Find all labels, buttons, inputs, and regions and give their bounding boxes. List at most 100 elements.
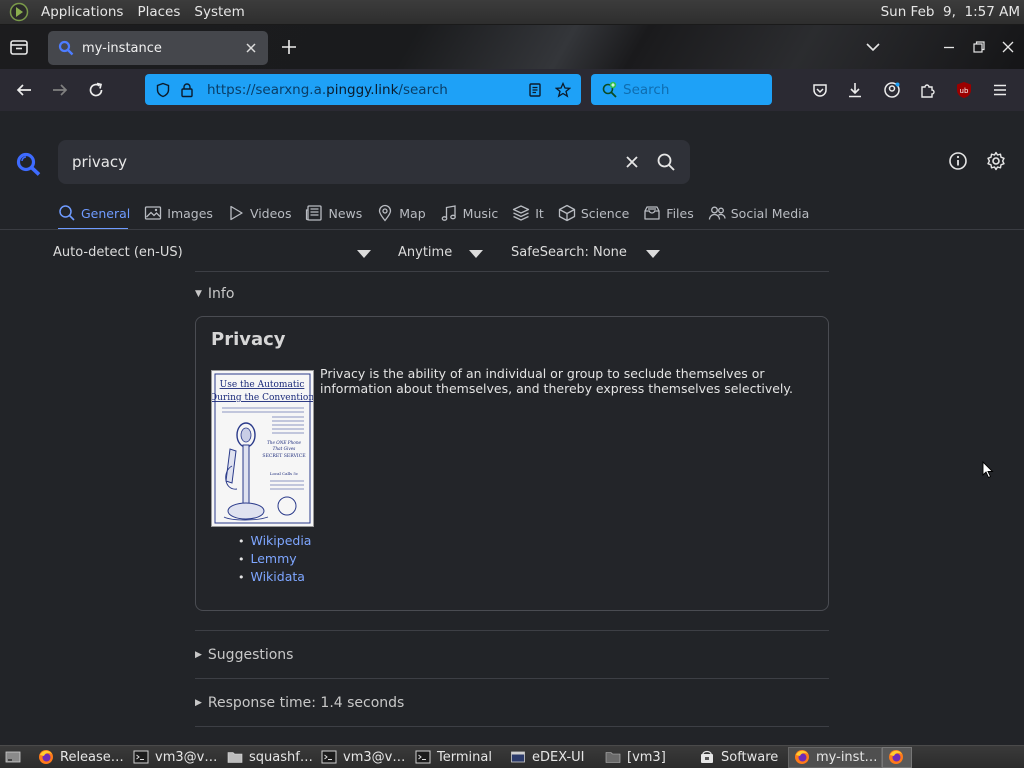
navigation-toolbar: https://searxng.a.pinggy.link/search Sea… [0, 69, 1024, 111]
bookmark-star-icon[interactable] [555, 81, 571, 98]
suggestions-toggle-label: Suggestions [207, 646, 294, 663]
language-select[interactable]: Auto-detect (en-US) [53, 245, 183, 260]
layers-icon [512, 204, 530, 222]
response-time-toggle[interactable]: ▶ Response time: 1.4 seconds [195, 679, 829, 726]
system-menu[interactable]: System [187, 4, 251, 20]
taskbar-item-label: Software [721, 749, 779, 765]
search-submit-icon[interactable] [656, 152, 676, 172]
taskbar-item-label: Release… [60, 749, 124, 765]
wikipedia-link[interactable]: Wikipedia [251, 533, 312, 548]
pocket-icon[interactable] [811, 81, 829, 99]
web-search-bar[interactable]: Search [591, 74, 772, 105]
distro-logo-icon[interactable] [9, 2, 29, 22]
tab-general[interactable]: General [58, 204, 130, 222]
settings-gear-icon[interactable] [986, 151, 1006, 171]
ublock-origin-icon[interactable]: ub [955, 81, 973, 99]
suggestions-toggle[interactable]: ▶ Suggestions [195, 631, 829, 678]
close-window-icon[interactable] [1000, 39, 1016, 55]
taskbar-item-label: Terminal [437, 749, 492, 765]
firefox-icon [38, 749, 54, 765]
infobox-links: Wikipedia Lemmy Wikidata [238, 532, 312, 586]
divider [195, 726, 829, 727]
new-tab-icon[interactable] [280, 38, 298, 56]
wikidata-link[interactable]: Wikidata [251, 569, 305, 584]
tab-files[interactable]: Files [643, 204, 694, 222]
lemmy-link[interactable]: Lemmy [251, 551, 297, 566]
searxng-logo-icon[interactable] [15, 151, 43, 177]
minimize-icon[interactable] [941, 39, 957, 55]
taskbar-item-vm3-folder[interactable]: [vm3] [600, 747, 694, 768]
tab-music[interactable]: Music [440, 204, 498, 222]
reader-view-icon[interactable] [527, 82, 543, 98]
hamburger-menu-icon[interactable] [991, 81, 1009, 99]
search-query-input[interactable]: privacy [72, 153, 624, 171]
searxng-favicon-icon [58, 40, 74, 56]
taskbar-item-label: [vm3] [627, 749, 666, 765]
close-tab-icon[interactable] [244, 41, 258, 55]
url-host: pinggy.link [326, 81, 399, 98]
language-dropdown-caret-icon[interactable] [357, 250, 371, 258]
tab-title: my-instance [82, 40, 162, 56]
lock-icon[interactable] [179, 82, 195, 98]
terminal-icon [415, 749, 431, 765]
taskbar-item-software[interactable]: Software [694, 747, 788, 768]
tab-images-label: Images [167, 205, 213, 221]
reload-icon[interactable] [87, 81, 105, 99]
terminal-icon [321, 749, 337, 765]
tab-news[interactable]: News [305, 204, 362, 222]
firefox-view-icon[interactable] [8, 36, 30, 58]
taskbar-item-label: my-inst… [816, 749, 878, 765]
tab-videos[interactable]: Videos [227, 204, 291, 222]
tab-strip: my-instance [0, 25, 1024, 69]
safesearch-select[interactable]: SafeSearch: None [511, 245, 627, 260]
url-text[interactable]: https://searxng.a.pinggy.link/search [207, 82, 515, 98]
taskbar-item-label: eDEX-UI [532, 749, 585, 765]
info-icon[interactable] [948, 151, 968, 171]
mouse-cursor-icon [982, 461, 994, 479]
infobox-link-item: Lemmy [238, 550, 311, 568]
tab-social-media[interactable]: Social Media [708, 204, 809, 222]
show-desktop-button[interactable] [0, 747, 33, 768]
search-query-box[interactable]: privacy [58, 140, 690, 184]
tab-it[interactable]: It [512, 204, 544, 222]
taskbar-item-release[interactable]: Release… [33, 747, 128, 768]
restore-icon[interactable] [971, 39, 987, 55]
taskbar-item-label: squashf… [249, 749, 313, 765]
taskbar-launcher-firefox[interactable] [882, 746, 912, 768]
window-icon [510, 749, 526, 765]
taskbar-item-edex-ui[interactable]: eDEX-UI [505, 747, 600, 768]
tab-my-instance[interactable]: my-instance [48, 31, 268, 65]
search-placeholder: Search [623, 81, 670, 98]
top-panel: Applications Places System Sun Feb 9, 1:… [0, 0, 1024, 25]
taskbar-item-my-instance[interactable]: my-inst… [788, 746, 882, 768]
ad-tagline-line-1: The ONE Phone [267, 440, 302, 445]
time-range-dropdown-caret-icon[interactable] [469, 250, 483, 258]
places-menu[interactable]: Places [130, 4, 187, 20]
tab-science[interactable]: Science [558, 204, 629, 222]
applications-menu[interactable]: Applications [34, 4, 130, 20]
infobox-title: Privacy [211, 329, 286, 350]
tab-images[interactable]: Images [144, 204, 213, 222]
back-arrow-icon[interactable] [15, 81, 33, 99]
package-icon [699, 749, 715, 765]
map-pin-icon [376, 204, 394, 222]
downloads-icon[interactable] [846, 81, 864, 99]
safesearch-dropdown-caret-icon[interactable] [646, 250, 660, 258]
taskbar-item-terminal-3[interactable]: Terminal [410, 747, 505, 768]
list-all-tabs-icon[interactable] [865, 39, 881, 55]
account-icon[interactable] [883, 81, 901, 99]
taskbar-item-squashfs[interactable]: squashf… [222, 747, 316, 768]
taskbar-item-terminal-1[interactable]: vm3@v… [128, 747, 222, 768]
forward-arrow-icon[interactable] [51, 81, 69, 99]
extensions-puzzle-icon[interactable] [919, 81, 937, 99]
clear-search-icon[interactable] [624, 154, 640, 170]
time-range-select[interactable]: Anytime [398, 245, 452, 260]
clock[interactable]: Sun Feb 9, 1:57 AM [881, 4, 1020, 20]
url-bar[interactable]: https://searxng.a.pinggy.link/search [145, 74, 581, 105]
tracking-protection-shield-icon[interactable] [155, 82, 171, 98]
tab-map[interactable]: Map [376, 204, 426, 222]
taskbar-item-terminal-2[interactable]: vm3@v… [316, 747, 410, 768]
search-engine-icon[interactable] [601, 81, 619, 99]
info-toggle[interactable]: ▼ Info [195, 272, 829, 316]
infobox-image[interactable]: Use the Automatic During the Convention … [210, 370, 314, 527]
